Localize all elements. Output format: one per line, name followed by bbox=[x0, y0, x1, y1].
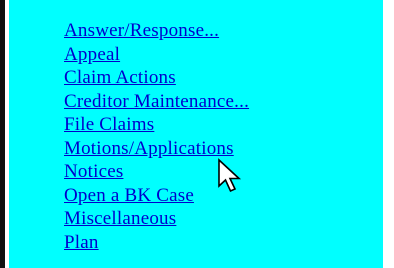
window-left-border bbox=[0, 0, 5, 268]
claim-actions-link[interactable]: Claim Actions bbox=[64, 67, 176, 88]
menu-item-answer-response: Answer/Response... bbox=[64, 20, 249, 44]
answer-response-link[interactable]: Answer/Response... bbox=[64, 20, 219, 41]
notices-link[interactable]: Notices bbox=[64, 161, 123, 182]
open-bk-case-link[interactable]: Open a BK Case bbox=[64, 185, 194, 206]
screen: Answer/Response... Appeal Claim Actions … bbox=[0, 0, 394, 268]
creditor-maintenance-link[interactable]: Creditor Maintenance... bbox=[64, 91, 249, 112]
menu-item-appeal: Appeal bbox=[64, 44, 249, 68]
file-claims-link[interactable]: File Claims bbox=[64, 114, 154, 135]
motions-applications-link[interactable]: Motions/Applications bbox=[64, 138, 234, 159]
plan-link[interactable]: Plan bbox=[64, 232, 99, 253]
appeal-link[interactable]: Appeal bbox=[64, 44, 120, 65]
menu-list: Answer/Response... Appeal Claim Actions … bbox=[64, 20, 249, 255]
miscellaneous-link[interactable]: Miscellaneous bbox=[64, 208, 176, 229]
menu-item-plan: Plan bbox=[64, 232, 249, 256]
menu-item-creditor-maintenance: Creditor Maintenance... bbox=[64, 91, 249, 115]
menu-item-claim-actions: Claim Actions bbox=[64, 67, 249, 91]
menu-item-file-claims: File Claims bbox=[64, 114, 249, 138]
menu-panel: Answer/Response... Appeal Claim Actions … bbox=[9, 0, 383, 268]
menu-item-miscellaneous: Miscellaneous bbox=[64, 208, 249, 232]
mouse-pointer-icon bbox=[218, 158, 242, 193]
